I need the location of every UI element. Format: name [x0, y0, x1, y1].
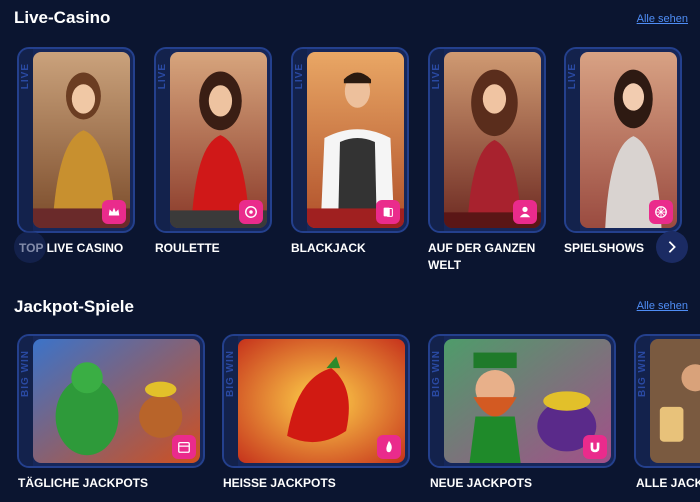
game-label: TÄGLICHE JACKPOTS — [18, 476, 149, 490]
game-card-hot-jackpots[interactable]: BIG WIN — [222, 334, 410, 468]
live-casino-title: Live-Casino — [14, 8, 111, 27]
game-label: ALLE JACKPOTS — [636, 476, 700, 490]
roulette-wheel-icon — [239, 200, 263, 224]
game-card-worldwide[interactable]: LIVE — [428, 47, 546, 233]
jackpot-title: Jackpot-Spiele — [14, 297, 134, 316]
game-label: AUF DER GANZEN WELT — [428, 241, 536, 272]
carousel-prev-button[interactable] — [14, 231, 46, 263]
game-card-new-jackpots[interactable]: BIG WIN — [428, 334, 616, 468]
card-strip: LIVE — [430, 49, 444, 231]
card-strip: BIG WIN — [224, 336, 238, 466]
game-label: ROULETTE — [155, 241, 220, 255]
card-strip: BIG WIN — [19, 336, 33, 466]
flame-icon — [377, 435, 401, 459]
dealer-icon — [513, 200, 537, 224]
game-card-game-shows[interactable]: LIVE — [564, 47, 682, 233]
game-label: BLACKJACK — [291, 241, 366, 255]
card-strip: LIVE — [293, 49, 307, 231]
game-label: NEUE JACKPOTS — [430, 476, 533, 490]
crown-icon — [102, 200, 126, 224]
live-casino-see-all-link[interactable]: Alle sehen — [637, 13, 688, 25]
card-strip: BIG WIN — [636, 336, 650, 466]
card-strip: BIG WIN — [430, 336, 444, 466]
calendar-icon — [172, 435, 196, 459]
magnet-icon — [583, 435, 607, 459]
card-strip: LIVE — [156, 49, 170, 231]
chevron-right-icon — [668, 241, 676, 253]
game-card-daily-jackpots[interactable]: BIG WIN — [17, 334, 205, 468]
game-thumbnail — [650, 339, 700, 463]
card-strip: LIVE — [566, 49, 580, 231]
jackpot-see-all-link[interactable]: Alle sehen — [637, 300, 688, 312]
game-card-blackjack[interactable]: LIVE — [291, 47, 409, 233]
wheel-icon — [649, 200, 673, 224]
carousel-next-button[interactable] — [656, 231, 688, 263]
game-card-roulette[interactable]: LIVE — [154, 47, 272, 233]
game-card-top-live-casino[interactable]: LIVE — [17, 47, 135, 233]
game-label: HEISSE JACKPOTS — [223, 476, 336, 490]
game-card-all-jackpots[interactable]: BIG WIN — [634, 334, 700, 468]
cards-icon — [376, 200, 400, 224]
card-strip: LIVE — [19, 49, 33, 231]
